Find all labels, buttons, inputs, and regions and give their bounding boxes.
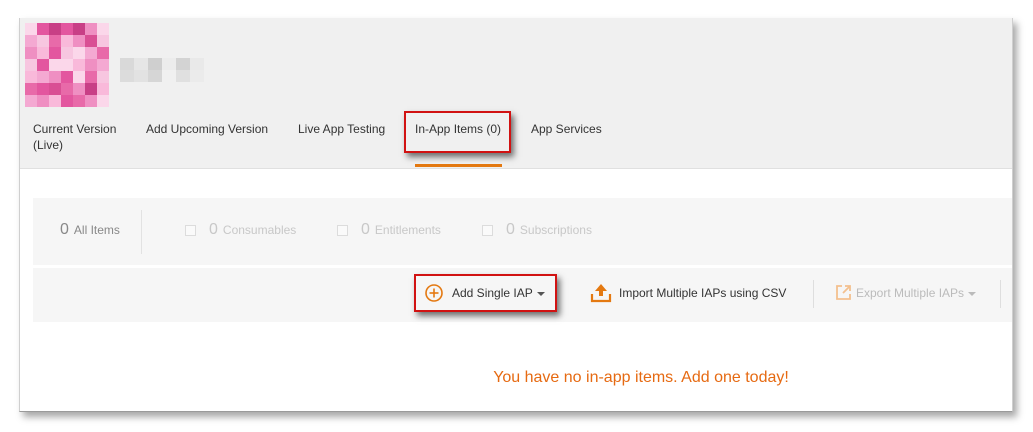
- add-single-iap-button[interactable]: Add Single IAP: [424, 283, 545, 303]
- stat-count: 0: [506, 221, 515, 238]
- import-csv-label: Import Multiple IAPs using CSV: [619, 286, 787, 300]
- tab-label: Current Version: [33, 122, 117, 136]
- stat-entitlements[interactable]: 0 Entitlements: [337, 221, 441, 239]
- divider: [1000, 280, 1001, 308]
- stat-count: 0: [361, 221, 370, 238]
- action-bar: Add Single IAP Import Multiple IAPs usin…: [33, 268, 1012, 322]
- app-name-redacted: [120, 58, 205, 83]
- import-csv-button[interactable]: Import Multiple IAPs using CSV: [590, 283, 786, 303]
- export-label: Export Multiple IAPs: [856, 285, 965, 300]
- chevron-down-icon: [968, 291, 977, 296]
- tab-live-app-testing[interactable]: Live App Testing: [298, 121, 385, 137]
- export-multiple-iaps-button[interactable]: Export Multiple IAPs: [835, 284, 977, 301]
- app-page-frame: Current Version (Live) Add Upcoming Vers…: [19, 18, 1013, 412]
- tab-add-upcoming-version[interactable]: Add Upcoming Version: [146, 121, 268, 137]
- app-header: Current Version (Live) Add Upcoming Vers…: [20, 18, 1012, 169]
- subscriptions-checkbox[interactable]: [482, 224, 493, 236]
- stat-all-items[interactable]: 0 All Items: [60, 221, 120, 239]
- tab-label: Add Upcoming Version: [146, 122, 269, 136]
- chevron-down-icon: [536, 292, 545, 296]
- entitlements-checkbox[interactable]: [337, 224, 348, 236]
- divider: [813, 280, 814, 308]
- external-link-icon: [836, 285, 851, 300]
- stat-subscriptions[interactable]: 0 Subscriptions: [482, 221, 592, 239]
- tab-sublabel: (Live): [33, 138, 64, 152]
- stat-consumables[interactable]: 0 Consumables: [185, 221, 296, 239]
- stat-count: 0: [60, 221, 69, 238]
- stat-label: All Items: [73, 223, 120, 237]
- stats-bar: 0 All Items 0 Consumables 0 Entitlements…: [33, 198, 1012, 265]
- tab-current-version[interactable]: Current Version (Live): [33, 121, 116, 153]
- divider: [141, 210, 142, 254]
- tab-label: In-App Items (0): [415, 122, 502, 136]
- app-icon: [25, 23, 109, 107]
- tab-bar: Current Version (Live) Add Upcoming Vers…: [20, 121, 1012, 169]
- plus-circle-icon: [425, 284, 443, 302]
- consumables-checkbox[interactable]: [185, 224, 196, 236]
- stat-label: Entitlements: [374, 223, 441, 237]
- tab-label: Live App Testing: [298, 122, 386, 136]
- tab-label: App Services: [531, 122, 602, 136]
- tab-app-services[interactable]: App Services: [531, 121, 602, 137]
- empty-state-message: You have no in-app items. Add one today!: [493, 369, 789, 386]
- stat-count: 0: [209, 221, 218, 238]
- upload-icon: [590, 284, 612, 303]
- add-single-iap-label: Add Single IAP: [452, 286, 533, 300]
- active-tab-indicator: [415, 164, 502, 167]
- stat-label: Subscriptions: [519, 223, 592, 237]
- tab-in-app-items[interactable]: In-App Items (0): [415, 121, 502, 167]
- stat-label: Consumables: [222, 223, 297, 237]
